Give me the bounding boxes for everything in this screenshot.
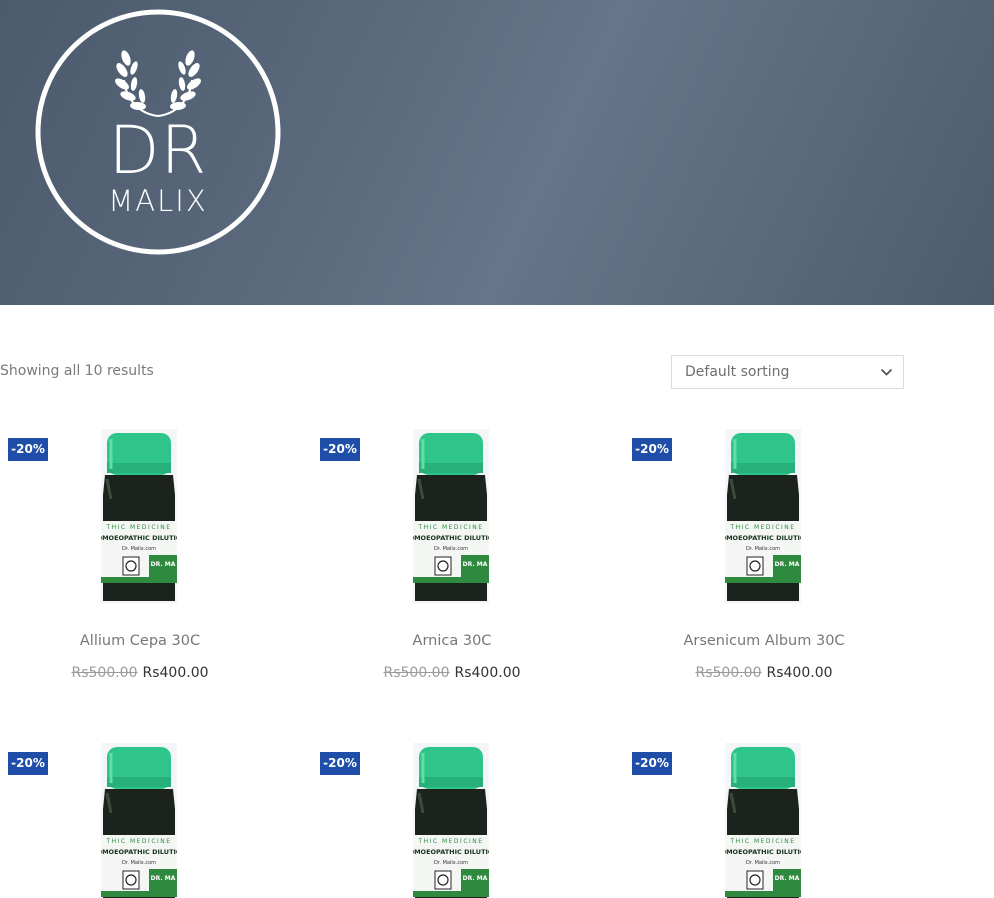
product-image[interactable]: THIC MEDICINE HOMOEOPATHIC DILUTION Dr. Ma… (725, 429, 801, 603)
product-price: Rs500.00 Rs400.00 (608, 665, 920, 681)
product-image[interactable]: THIC MEDICINE HOMOEOPATHIC DILUTION Dr. Ma… (725, 743, 801, 898)
svg-text:DR. MA: DR. MA (151, 875, 176, 882)
original-price: Rs500.00 (383, 665, 450, 681)
svg-text:DR. MA: DR. MA (463, 875, 488, 882)
product-image[interactable]: THIC MEDICINE HOMOEOPATHIC DILUTION Dr. Ma… (101, 743, 177, 898)
site-header: DR MALIX (0, 0, 994, 305)
bottle-label-text: THIC MEDICINE (729, 838, 795, 845)
svg-text:HOMOEOPATHIC DILUTION: HOMOEOPATHIC DILUTION (101, 534, 177, 542)
svg-text:Dr. Malix.com: Dr. Malix.com (122, 860, 156, 866)
sale-price: Rs400.00 (766, 665, 833, 681)
chevron-down-icon (880, 368, 893, 376)
product-title[interactable]: Arsenicum Album 30C (608, 633, 920, 649)
svg-text:HOMOEOPATHIC DILUTION: HOMOEOPATHIC DILUTION (101, 848, 177, 856)
svg-text:HOMOEOPATHIC DILUTION: HOMOEOPATHIC DILUTION (413, 534, 489, 542)
sale-badge: -20% (8, 752, 48, 775)
product-price: Rs500.00 Rs400.00 (296, 665, 608, 681)
svg-text:HOMOEOPATHIC DILUTION: HOMOEOPATHIC DILUTION (413, 848, 489, 856)
product-price: Rs500.00 Rs400.00 (0, 665, 296, 681)
bottle-label-text: THIC MEDICINE (729, 524, 795, 531)
svg-text:Dr. Malix.com: Dr. Malix.com (434, 860, 468, 866)
svg-text:Dr. Malix.com: Dr. Malix.com (122, 546, 156, 552)
product-title[interactable]: Arnica 30C (296, 633, 608, 649)
sale-price: Rs400.00 (454, 665, 521, 681)
original-price: Rs500.00 (71, 665, 138, 681)
sale-badge: -20% (8, 438, 48, 461)
sale-price: Rs400.00 (142, 665, 209, 681)
sort-selected-value: Default sorting (685, 364, 790, 380)
bottle-label-text: THIC MEDICINE (105, 524, 171, 531)
sale-badge: -20% (320, 752, 360, 775)
site-logo[interactable]: DR MALIX (34, 8, 282, 256)
svg-text:Dr. Malix.com: Dr. Malix.com (434, 546, 468, 552)
svg-text:DR. MA: DR. MA (775, 561, 800, 568)
svg-text:DR. MA: DR. MA (775, 875, 800, 882)
svg-text:Dr. Malix.com: Dr. Malix.com (746, 860, 780, 866)
sort-dropdown[interactable]: Default sorting (671, 355, 904, 389)
svg-text:HOMOEOPATHIC DILUTION: HOMOEOPATHIC DILUTION (725, 848, 801, 856)
original-price: Rs500.00 (695, 665, 762, 681)
svg-text:DR. MA: DR. MA (463, 561, 488, 568)
result-count: Showing all 10 results (0, 363, 154, 379)
sale-badge: -20% (632, 438, 672, 461)
svg-text:DR. MA: DR. MA (151, 561, 176, 568)
bottle-label-text: THIC MEDICINE (417, 838, 483, 845)
sale-badge: -20% (632, 752, 672, 775)
sale-badge: -20% (320, 438, 360, 461)
product-title[interactable]: Allium Cepa 30C (0, 633, 296, 649)
logo-text-dr: DR (108, 112, 208, 189)
product-image[interactable]: THIC MEDICINE HOMOEOPATHIC DILUTION Dr. Ma… (413, 743, 489, 898)
svg-text:HOMOEOPATHIC DILUTION: HOMOEOPATHIC DILUTION (725, 534, 801, 542)
logo-text-malix: MALIX (108, 184, 208, 218)
svg-text:Dr. Malix.com: Dr. Malix.com (746, 546, 780, 552)
product-image[interactable]: THIC MEDICINE HOMOEOPATHIC DILUTION Dr. Ma… (101, 429, 177, 603)
product-image[interactable]: THIC MEDICINE HOMOEOPATHIC DILUTION Dr. Ma… (413, 429, 489, 603)
bottle-label-text: THIC MEDICINE (417, 524, 483, 531)
bottle-label-text: THIC MEDICINE (105, 838, 171, 845)
